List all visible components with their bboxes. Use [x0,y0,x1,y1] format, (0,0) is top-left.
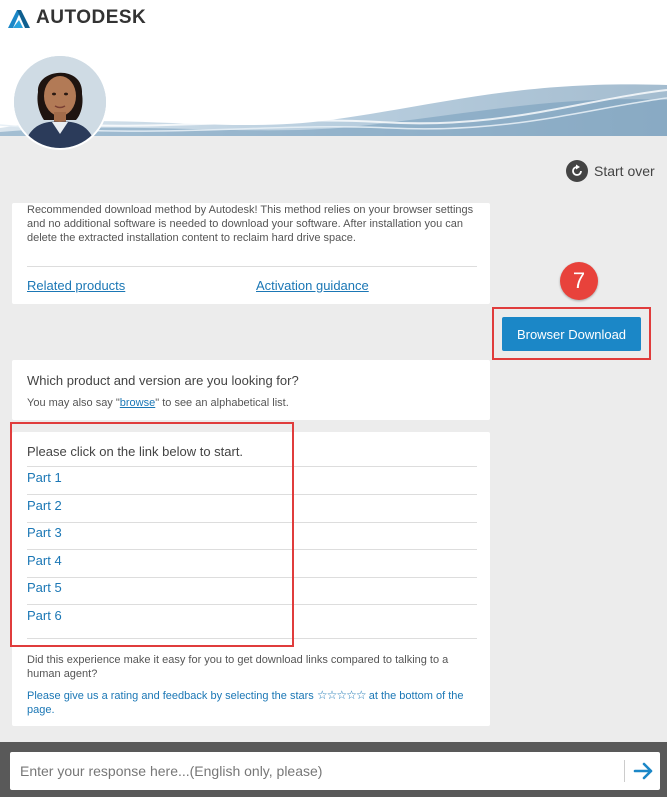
start-over-button[interactable]: Start over [566,160,655,182]
autodesk-logo-icon [8,10,30,28]
input-separator [624,760,625,782]
browse-hint: You may also say "browse" to see an alph… [27,397,289,409]
chat-input-container [10,752,660,790]
send-button[interactable] [630,756,658,786]
feedback-question: Did this experience make it easy for you… [27,654,449,680]
divider [27,266,477,267]
top-bar: AUTODESK [0,0,667,40]
feedback-prompt-prefix: Please give us a rating and feedback by … [27,690,314,702]
question-card: Which product and version are you lookin… [12,360,490,420]
step-number-badge: 7 [560,262,598,300]
star-rating-icons[interactable]: ☆☆☆☆☆ [317,688,367,702]
browse-link[interactable]: browse [120,397,155,409]
feedback-prompt: Please give us a rating and feedback by … [27,688,477,717]
hint-prefix: You may also say " [27,397,120,409]
related-products-link[interactable]: Related products [27,278,125,293]
product-question: Which product and version are you lookin… [27,373,299,388]
refresh-icon [566,160,588,182]
activation-guidance-link[interactable]: Activation guidance [256,278,369,293]
download-method-card: Recommended download method by Autodesk!… [12,203,490,304]
autodesk-logo[interactable]: AUTODESK [8,7,146,29]
response-input[interactable] [10,752,610,790]
hint-suffix: " to see an alphabetical list. [155,397,289,409]
download-method-description: Recommended download method by Autodesk!… [27,204,474,244]
brand-name: AUTODESK [36,7,147,28]
arrow-right-icon [633,762,653,780]
browser-download-button[interactable]: Browser Download [502,317,641,351]
highlight-box-parts [10,422,294,647]
assistant-avatar [12,54,108,150]
start-over-label: Start over [594,163,655,179]
